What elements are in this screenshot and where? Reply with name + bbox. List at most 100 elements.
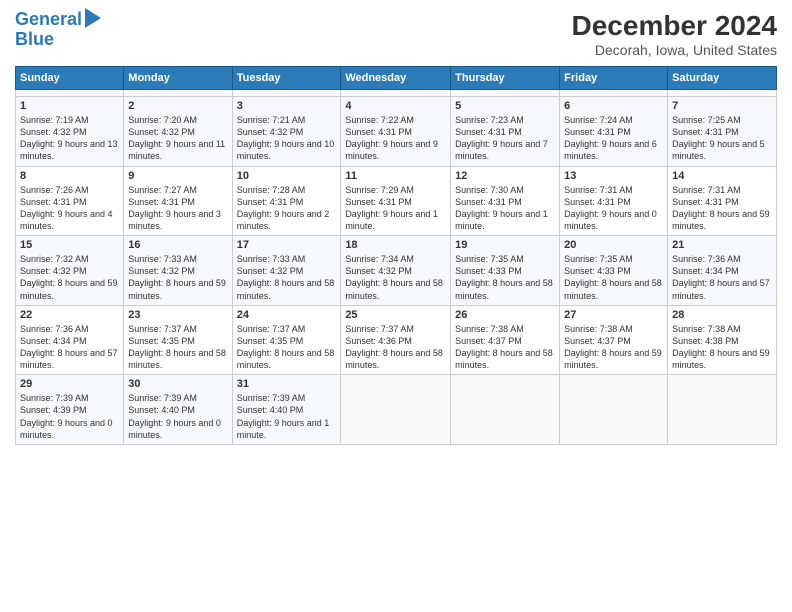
day-number: 24: [237, 309, 337, 321]
table-cell: 23Sunrise: 7:37 AM Sunset: 4:35 PM Dayli…: [124, 305, 232, 375]
page-subtitle: Decorah, Iowa, United States: [572, 42, 777, 58]
table-cell: [668, 90, 777, 97]
day-number: 2: [128, 100, 227, 112]
day-number: 29: [20, 378, 119, 390]
calendar-header: Sunday Monday Tuesday Wednesday Thursday…: [16, 67, 777, 90]
table-cell: [16, 90, 124, 97]
table-cell: 14 Sunrise: 7:31 AM Sunset: 4:31 PM Dayli…: [668, 166, 777, 236]
day-info: Sunrise: 7:38 AM Sunset: 4:37 PM Dayligh…: [564, 323, 663, 372]
table-cell: 18Sunrise: 7:34 AM Sunset: 4:32 PM Dayli…: [341, 236, 451, 306]
table-cell: 7 Sunrise: 7:25 AM Sunset: 4:31 PM Daylig…: [668, 97, 777, 167]
day-number: 9: [128, 170, 227, 182]
day-number: 15: [20, 239, 119, 251]
table-cell: 30 Sunrise: 7:39 AM Sunset: 4:40 PM Dayli…: [124, 375, 232, 445]
day-number: 10: [237, 170, 337, 182]
day-number: 5: [455, 100, 555, 112]
day-info: Sunrise: 7:21 AM Sunset: 4:32 PM Dayligh…: [237, 114, 337, 163]
logo-text-blue: Blue: [15, 30, 54, 50]
day-number: 1: [20, 100, 119, 112]
day-info: Sunrise: 7:31 AM Sunset: 4:31 PM Dayligh…: [564, 184, 663, 233]
day-number: 20: [564, 239, 663, 251]
day-info: Sunrise: 7:22 AM Sunset: 4:31 PM Dayligh…: [345, 114, 446, 163]
day-number: 22: [20, 309, 119, 321]
day-info: Sunrise: 7:38 AM Sunset: 4:37 PM Dayligh…: [455, 323, 555, 372]
table-cell: 1 Sunrise: 7:19 AM Sunset: 4:32 PM Daylig…: [16, 97, 124, 167]
table-cell: [451, 375, 560, 445]
day-info: Sunrise: 7:32 AM Sunset: 4:32 PM Dayligh…: [20, 253, 119, 302]
header-thursday: Thursday: [451, 67, 560, 90]
header-tuesday: Tuesday: [232, 67, 341, 90]
day-info: Sunrise: 7:26 AM Sunset: 4:31 PM Dayligh…: [20, 184, 119, 233]
table-cell: 2 Sunrise: 7:20 AM Sunset: 4:32 PM Daylig…: [124, 97, 232, 167]
header-saturday: Saturday: [668, 67, 777, 90]
day-info: Sunrise: 7:34 AM Sunset: 4:32 PM Dayligh…: [345, 253, 446, 302]
day-info: Sunrise: 7:38 AM Sunset: 4:38 PM Dayligh…: [672, 323, 772, 372]
header-monday: Monday: [124, 67, 232, 90]
day-info: Sunrise: 7:28 AM Sunset: 4:31 PM Dayligh…: [237, 184, 337, 233]
day-number: 8: [20, 170, 119, 182]
day-info: Sunrise: 7:29 AM Sunset: 4:31 PM Dayligh…: [345, 184, 446, 233]
day-number: 14: [672, 170, 772, 182]
day-info: Sunrise: 7:33 AM Sunset: 4:32 PM Dayligh…: [128, 253, 227, 302]
table-cell: 24 Sunrise: 7:37 AM Sunset: 4:35 PM Dayli…: [232, 305, 341, 375]
table-cell: 19 Sunrise: 7:35 AM Sunset: 4:33 PM Dayli…: [451, 236, 560, 306]
table-cell: 12Sunrise: 7:30 AM Sunset: 4:31 PM Dayli…: [451, 166, 560, 236]
day-number: 4: [345, 100, 446, 112]
day-number: 6: [564, 100, 663, 112]
day-info: Sunrise: 7:19 AM Sunset: 4:32 PM Dayligh…: [20, 114, 119, 163]
table-cell: 8 Sunrise: 7:26 AM Sunset: 4:31 PM Daylig…: [16, 166, 124, 236]
table-cell: 10 Sunrise: 7:28 AM Sunset: 4:31 PM Dayli…: [232, 166, 341, 236]
day-info: Sunrise: 7:20 AM Sunset: 4:32 PM Dayligh…: [128, 114, 227, 163]
table-cell: 21 Sunrise: 7:36 AM Sunset: 4:34 PM Dayli…: [668, 236, 777, 306]
table-cell: [124, 90, 232, 97]
day-info: Sunrise: 7:27 AM Sunset: 4:31 PM Dayligh…: [128, 184, 227, 233]
day-number: 7: [672, 100, 772, 112]
day-info: Sunrise: 7:35 AM Sunset: 4:33 PM Dayligh…: [564, 253, 663, 302]
table-cell: [341, 90, 451, 97]
day-info: Sunrise: 7:37 AM Sunset: 4:36 PM Dayligh…: [345, 323, 446, 372]
day-number: 27: [564, 309, 663, 321]
table-cell: [341, 375, 451, 445]
day-info: Sunrise: 7:30 AM Sunset: 4:31 PM Dayligh…: [455, 184, 555, 233]
header-wednesday: Wednesday: [341, 67, 451, 90]
page-title: December 2024: [572, 10, 777, 42]
day-info: Sunrise: 7:37 AM Sunset: 4:35 PM Dayligh…: [128, 323, 227, 372]
day-number: 21: [672, 239, 772, 251]
table-cell: [232, 90, 341, 97]
day-info: Sunrise: 7:36 AM Sunset: 4:34 PM Dayligh…: [20, 323, 119, 372]
table-cell: 9 Sunrise: 7:27 AM Sunset: 4:31 PM Daylig…: [124, 166, 232, 236]
logo-text: General: [15, 10, 82, 30]
table-cell: 29Sunrise: 7:39 AM Sunset: 4:39 PM Dayli…: [16, 375, 124, 445]
table-cell: 27 Sunrise: 7:38 AM Sunset: 4:37 PM Dayli…: [560, 305, 668, 375]
logo-arrow-icon: [85, 8, 101, 28]
day-number: 19: [455, 239, 555, 251]
table-cell: 20 Sunrise: 7:35 AM Sunset: 4:33 PM Dayli…: [560, 236, 668, 306]
day-info: Sunrise: 7:33 AM Sunset: 4:32 PM Dayligh…: [237, 253, 337, 302]
table-cell: 17 Sunrise: 7:33 AM Sunset: 4:32 PM Dayli…: [232, 236, 341, 306]
day-number: 3: [237, 100, 337, 112]
day-number: 26: [455, 309, 555, 321]
day-number: 16: [128, 239, 227, 251]
table-cell: [451, 90, 560, 97]
day-info: Sunrise: 7:39 AM Sunset: 4:40 PM Dayligh…: [128, 392, 227, 441]
header-sunday: Sunday: [16, 67, 124, 90]
table-cell: 13 Sunrise: 7:31 AM Sunset: 4:31 PM Dayli…: [560, 166, 668, 236]
table-cell: 11Sunrise: 7:29 AM Sunset: 4:31 PM Dayli…: [341, 166, 451, 236]
day-number: 13: [564, 170, 663, 182]
day-info: Sunrise: 7:37 AM Sunset: 4:35 PM Dayligh…: [237, 323, 337, 372]
day-info: Sunrise: 7:31 AM Sunset: 4:31 PM Dayligh…: [672, 184, 772, 233]
calendar-body: 1 Sunrise: 7:19 AM Sunset: 4:32 PM Daylig…: [16, 90, 777, 445]
table-cell: 4 Sunrise: 7:22 AM Sunset: 4:31 PM Daylig…: [341, 97, 451, 167]
day-number: 17: [237, 239, 337, 251]
day-info: Sunrise: 7:24 AM Sunset: 4:31 PM Dayligh…: [564, 114, 663, 163]
table-cell: 25Sunrise: 7:37 AM Sunset: 4:36 PM Dayli…: [341, 305, 451, 375]
table-cell: [560, 90, 668, 97]
table-cell: 15 Sunrise: 7:32 AM Sunset: 4:32 PM Dayli…: [16, 236, 124, 306]
table-cell: 3 Sunrise: 7:21 AM Sunset: 4:32 PM Daylig…: [232, 97, 341, 167]
table-cell: 22 Sunrise: 7:36 AM Sunset: 4:34 PM Dayli…: [16, 305, 124, 375]
day-info: Sunrise: 7:36 AM Sunset: 4:34 PM Dayligh…: [672, 253, 772, 302]
table-cell: 16 Sunrise: 7:33 AM Sunset: 4:32 PM Dayli…: [124, 236, 232, 306]
day-info: Sunrise: 7:25 AM Sunset: 4:31 PM Dayligh…: [672, 114, 772, 163]
day-info: Sunrise: 7:35 AM Sunset: 4:33 PM Dayligh…: [455, 253, 555, 302]
day-number: 30: [128, 378, 227, 390]
